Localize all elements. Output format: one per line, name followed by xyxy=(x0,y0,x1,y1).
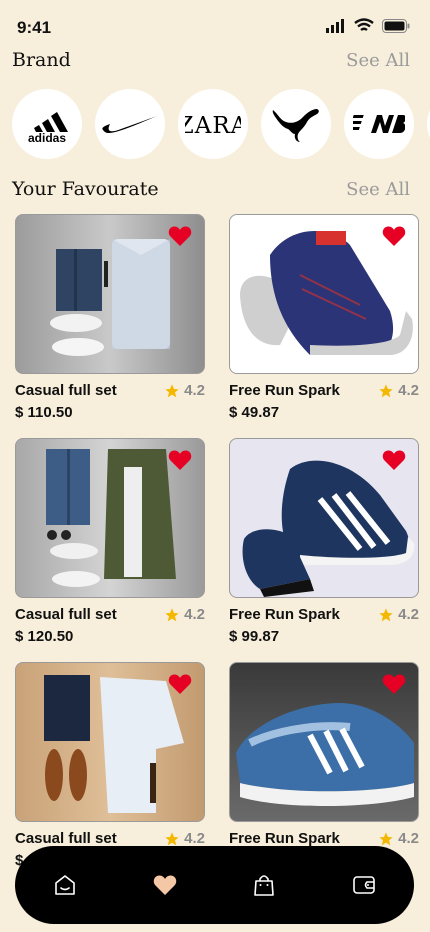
svg-text:adidas: adidas xyxy=(28,131,66,144)
product-price: $ 49.87 xyxy=(229,404,280,421)
product-image[interactable] xyxy=(229,438,419,598)
product-name: Casual full set xyxy=(15,382,117,399)
product-rating: 4.2 xyxy=(164,606,205,623)
nike-swoosh-logo xyxy=(102,116,157,134)
product-name: Free Run Spark xyxy=(229,606,340,623)
brand-zara[interactable]: ZARA xyxy=(178,89,248,159)
bottom-navigation xyxy=(15,846,414,924)
heart-icon[interactable] xyxy=(168,225,192,247)
brand-new-balance[interactable] xyxy=(344,89,414,159)
star-icon xyxy=(165,383,179,397)
rating-value: 4.2 xyxy=(398,382,419,399)
heart-icon[interactable] xyxy=(168,449,192,471)
product-price: $ 110.50 xyxy=(15,404,73,421)
status-bar: 9:41 xyxy=(0,0,430,56)
nav-bag-button[interactable] xyxy=(239,860,289,910)
brand-section-title: Brand xyxy=(12,49,71,71)
product-name: Free Run Spark xyxy=(229,382,340,399)
brand-nike[interactable] xyxy=(95,89,165,159)
product-card[interactable]: Free Run Spark 4.2 xyxy=(229,662,419,847)
rating-value: 4.2 xyxy=(184,382,205,399)
rating-value: 4.2 xyxy=(398,606,419,623)
product-image[interactable] xyxy=(15,662,205,822)
favourite-see-all-link[interactable]: See All xyxy=(346,179,410,200)
home-icon xyxy=(55,875,75,895)
brand-see-all-link[interactable]: See All xyxy=(346,50,410,71)
rating-value: 4.2 xyxy=(184,606,205,623)
product-image[interactable] xyxy=(15,214,205,374)
signal-icon xyxy=(326,18,344,33)
product-rating: 4.2 xyxy=(378,830,419,847)
battery-icon xyxy=(382,18,410,33)
product-image[interactable] xyxy=(229,662,419,822)
zara-logo: ZARA xyxy=(185,113,241,137)
heart-icon[interactable] xyxy=(382,225,406,247)
heart-icon xyxy=(153,875,176,895)
star-icon xyxy=(379,831,393,845)
product-rating: 4.2 xyxy=(378,606,419,623)
nav-favourites-button[interactable] xyxy=(140,860,190,910)
product-rating: 4.2 xyxy=(164,382,205,399)
star-icon xyxy=(379,607,393,621)
brand-puma[interactable] xyxy=(261,89,331,159)
product-card[interactable]: Free Run Spark 4.2 $ 49.87 xyxy=(229,214,419,421)
product-card[interactable]: Free Run Spark 4.2 $ 99.87 xyxy=(229,438,419,645)
product-name: Casual full set xyxy=(15,830,117,847)
product-name: Casual full set xyxy=(15,606,117,623)
heart-icon[interactable] xyxy=(382,673,406,695)
product-rating: 4.2 xyxy=(164,830,205,847)
product-price: $ 120.50 xyxy=(15,628,74,645)
product-image[interactable] xyxy=(15,438,205,598)
product-image[interactable] xyxy=(229,214,419,374)
status-time: 9:41 xyxy=(17,18,52,37)
star-icon xyxy=(165,607,179,621)
bag-icon xyxy=(254,875,275,896)
nav-wallet-button[interactable] xyxy=(339,860,389,910)
star-icon xyxy=(379,383,393,397)
heart-icon[interactable] xyxy=(382,449,406,471)
product-card[interactable]: Casual full set 4.2 $ xyxy=(15,662,205,869)
product-card[interactable]: Casual full set 4.2 $ 120.50 xyxy=(15,438,205,645)
svg-text:ZARA: ZARA xyxy=(185,113,241,137)
puma-logo xyxy=(272,109,319,142)
brand-carousel[interactable]: adidas ZARA xyxy=(12,89,430,159)
brand-adidas[interactable]: adidas xyxy=(12,89,82,159)
new-balance-logo xyxy=(353,115,405,133)
product-rating: 4.2 xyxy=(378,382,419,399)
star-icon xyxy=(165,831,179,845)
product-name: Free Run Spark xyxy=(229,830,340,847)
rating-value: 4.2 xyxy=(184,830,205,847)
status-icons xyxy=(326,18,410,33)
adidas-logo: adidas xyxy=(28,112,68,144)
favourite-section-title: Your Favourate xyxy=(12,178,159,200)
wifi-icon xyxy=(354,18,374,31)
heart-icon[interactable] xyxy=(168,673,192,695)
wallet-icon xyxy=(353,876,375,894)
product-price: $ 99.87 xyxy=(229,628,280,645)
product-card[interactable]: Casual full set 4.2 $ 110.50 xyxy=(15,214,205,421)
rating-value: 4.2 xyxy=(398,830,419,847)
nav-home-button[interactable] xyxy=(40,860,90,910)
